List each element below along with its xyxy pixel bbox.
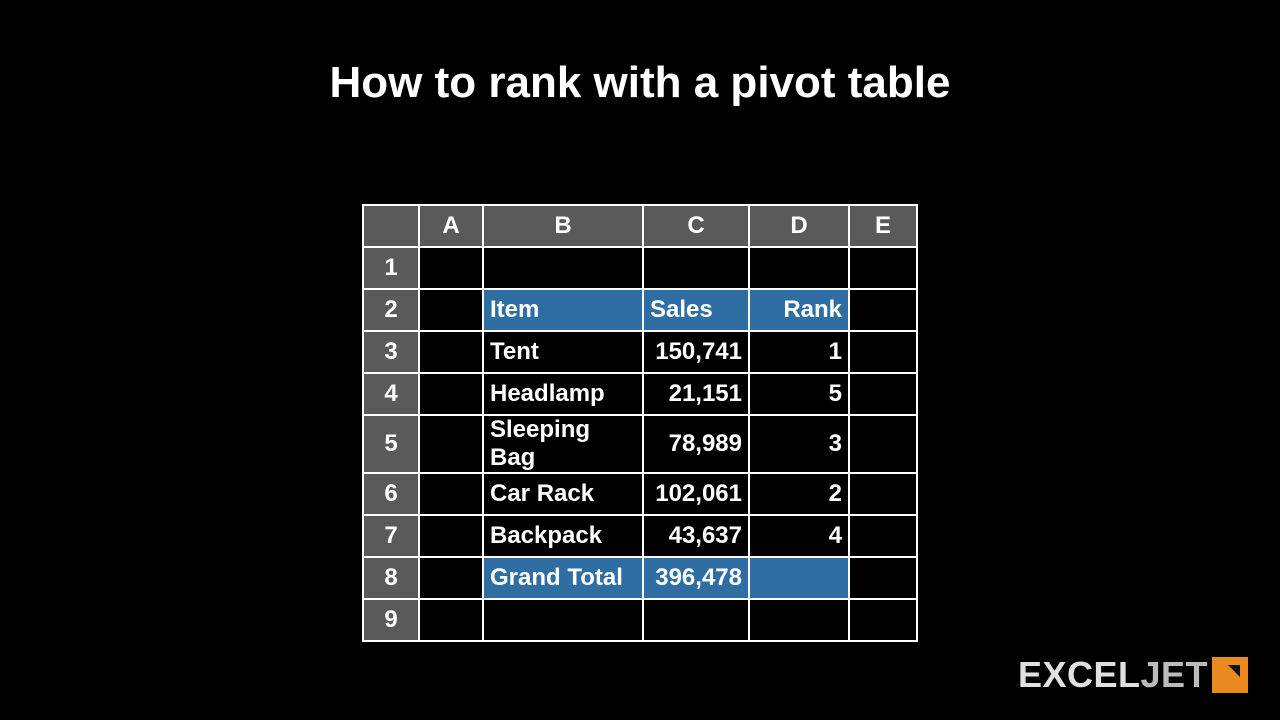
row-header-7: 7 — [363, 515, 419, 557]
corner-cell — [363, 205, 419, 247]
cell-E1[interactable] — [849, 247, 917, 289]
cell-E5[interactable] — [849, 415, 917, 473]
header-item[interactable]: Item — [483, 289, 643, 331]
grand-total-rank[interactable] — [749, 557, 849, 599]
row-1: 1 — [363, 247, 917, 289]
cell-A1[interactable] — [419, 247, 483, 289]
cell-E2[interactable] — [849, 289, 917, 331]
cell-A9[interactable] — [419, 599, 483, 641]
row-header-5: 5 — [363, 415, 419, 473]
cell-B1[interactable] — [483, 247, 643, 289]
cell-sales[interactable]: 43,637 — [643, 515, 749, 557]
cell-sales[interactable]: 102,061 — [643, 473, 749, 515]
col-header-E: E — [849, 205, 917, 247]
cell-A5[interactable] — [419, 415, 483, 473]
page-title: How to rank with a pivot table — [0, 0, 1280, 108]
row-8: 8 Grand Total 396,478 — [363, 557, 917, 599]
cell-sales[interactable]: 150,741 — [643, 331, 749, 373]
cell-E9[interactable] — [849, 599, 917, 641]
cell-sales[interactable]: 21,151 — [643, 373, 749, 415]
row-header-8: 8 — [363, 557, 419, 599]
row-header-1: 1 — [363, 247, 419, 289]
row-4: 4 Headlamp 21,151 5 — [363, 373, 917, 415]
header-rank[interactable]: Rank — [749, 289, 849, 331]
col-header-B: B — [483, 205, 643, 247]
cell-C1[interactable] — [643, 247, 749, 289]
header-sales[interactable]: Sales — [643, 289, 749, 331]
cell-E6[interactable] — [849, 473, 917, 515]
cell-A2[interactable] — [419, 289, 483, 331]
brand-text: EXCELJET — [1018, 654, 1208, 696]
cell-A7[interactable] — [419, 515, 483, 557]
cell-A3[interactable] — [419, 331, 483, 373]
cell-D9[interactable] — [749, 599, 849, 641]
arrow-icon — [1212, 657, 1248, 693]
row-header-4: 4 — [363, 373, 419, 415]
brand-text-part1: EXCEL — [1018, 654, 1141, 695]
cell-rank[interactable]: 4 — [749, 515, 849, 557]
cell-item[interactable]: Backpack — [483, 515, 643, 557]
brand-logo: EXCELJET — [1018, 654, 1248, 696]
grand-total-label[interactable]: Grand Total — [483, 557, 643, 599]
cell-E4[interactable] — [849, 373, 917, 415]
cell-rank[interactable]: 3 — [749, 415, 849, 473]
grand-total-sales[interactable]: 396,478 — [643, 557, 749, 599]
pivot-table: A B C D E 1 2 Item Sales Rank 3 Tent 150… — [362, 204, 918, 642]
cell-E7[interactable] — [849, 515, 917, 557]
cell-A8[interactable] — [419, 557, 483, 599]
cell-rank[interactable]: 2 — [749, 473, 849, 515]
cell-item[interactable]: Headlamp — [483, 373, 643, 415]
cell-E3[interactable] — [849, 331, 917, 373]
cell-item[interactable]: Sleeping Bag — [483, 415, 643, 473]
cell-rank[interactable]: 5 — [749, 373, 849, 415]
row-6: 6 Car Rack 102,061 2 — [363, 473, 917, 515]
cell-item[interactable]: Tent — [483, 331, 643, 373]
cell-item[interactable]: Car Rack — [483, 473, 643, 515]
col-header-D: D — [749, 205, 849, 247]
cell-D1[interactable] — [749, 247, 849, 289]
col-header-A: A — [419, 205, 483, 247]
cell-E8[interactable] — [849, 557, 917, 599]
row-5: 5 Sleeping Bag 78,989 3 — [363, 415, 917, 473]
cell-B9[interactable] — [483, 599, 643, 641]
row-7: 7 Backpack 43,637 4 — [363, 515, 917, 557]
cell-C9[interactable] — [643, 599, 749, 641]
cell-sales[interactable]: 78,989 — [643, 415, 749, 473]
row-header-3: 3 — [363, 331, 419, 373]
row-header-2: 2 — [363, 289, 419, 331]
cell-rank[interactable]: 1 — [749, 331, 849, 373]
brand-text-part2: JET — [1140, 654, 1208, 695]
cell-A6[interactable] — [419, 473, 483, 515]
column-header-row: A B C D E — [363, 205, 917, 247]
row-header-6: 6 — [363, 473, 419, 515]
row-2: 2 Item Sales Rank — [363, 289, 917, 331]
row-9: 9 — [363, 599, 917, 641]
row-header-9: 9 — [363, 599, 419, 641]
cell-A4[interactable] — [419, 373, 483, 415]
row-3: 3 Tent 150,741 1 — [363, 331, 917, 373]
col-header-C: C — [643, 205, 749, 247]
